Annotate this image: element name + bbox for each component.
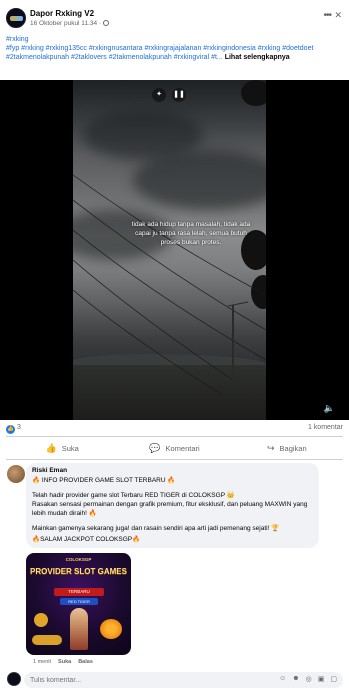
sticker-icon[interactable]: ▢: [330, 675, 337, 683]
comment-input-box[interactable]: ☺ ☻ ◎ ▣ ▢: [24, 672, 343, 688]
thumbs-up-icon: 👍: [45, 442, 57, 453]
page-avatar[interactable]: [6, 8, 26, 28]
gif-icon[interactable]: ▣: [318, 675, 325, 683]
volume-icon[interactable]: 🔈: [324, 403, 335, 414]
comment-like-link[interactable]: Suka: [58, 659, 71, 665]
post-caption: #rxking #fyp #rxking #rxking135cc #rxkin…: [6, 35, 343, 62]
banner-title: PROVIDER SLOT GAMES: [30, 567, 127, 576]
comment-reply-link[interactable]: Balas: [78, 659, 93, 665]
post-actions: 👍 Suka 💬 Komentari ↪ Bagikan: [6, 438, 343, 458]
comment-input[interactable]: [30, 675, 200, 685]
more-options-icon[interactable]: •••: [323, 10, 331, 21]
post-time-text: 16 Oktober pukul 11.34 ·: [30, 20, 102, 27]
power-lines: [73, 174, 266, 396]
reactions-summary[interactable]: 👍 3 1 komentar: [6, 424, 343, 436]
commenter-avatar[interactable]: [7, 465, 25, 483]
video-player[interactable]: ✦ ❚❚ tidak ada hidup tanpa masalah, tida…: [0, 80, 349, 420]
sparkle-icon[interactable]: ✦: [152, 88, 166, 102]
like-button[interactable]: 👍 Suka: [6, 438, 118, 458]
model-figure: [70, 608, 88, 650]
close-icon[interactable]: ✕: [334, 10, 342, 21]
globe-icon: [103, 20, 110, 26]
comment-line: Telah hadir provider game slot Terbaru R…: [32, 492, 235, 499]
post-timestamp[interactable]: 16 Oktober pukul 11.34 ·: [30, 20, 110, 27]
page-logo: [10, 16, 23, 21]
video-overlay-text: tidak ada hidup tanpa masalah, tidak ada…: [131, 221, 251, 246]
share-button[interactable]: ↪ Bagikan: [231, 438, 343, 458]
provider-logo: [34, 613, 48, 627]
like-reaction-icon: 👍: [6, 425, 15, 434]
see-more-link[interactable]: Lihat selengkapnya: [225, 54, 290, 61]
like-label: Suka: [61, 443, 79, 453]
banner-brand: COLOKSGP: [65, 557, 92, 562]
comment-time[interactable]: 1 menit: [33, 659, 51, 665]
comment-line: Rasakan sensasi permainan dengan grafik …: [32, 501, 308, 517]
pumpkin-graphic: [100, 619, 122, 639]
comment-bubble: Riski Eman 🔥 INFO PROVIDER GAME SLOT TER…: [26, 463, 319, 548]
commenter-name[interactable]: Riski Eman: [32, 467, 313, 474]
coins-graphic: [32, 635, 62, 645]
divider: [6, 459, 343, 460]
input-icons: ☺ ☻ ◎ ▣ ▢: [279, 675, 337, 683]
comment-meta: 1 menit Suka Balas: [33, 659, 93, 665]
camera-icon[interactable]: ◎: [306, 675, 312, 683]
comment-image[interactable]: COLOKSGP PROVIDER SLOT GAMES TERBARU RED…: [26, 553, 131, 655]
emoji-icon[interactable]: ☻: [292, 675, 299, 683]
comment-line: 🔥SALAM JACKPOT COLOKSGP🔥: [32, 536, 141, 543]
comment-label: Komentari: [165, 443, 200, 453]
comment-line: Mainkan gamenya sekarang juga! dan rasai…: [32, 525, 280, 532]
like-count[interactable]: 3: [17, 424, 21, 431]
post-header: Dapor Rxking V2 16 Oktober pukul 11.34 ·…: [0, 0, 349, 36]
comment-line: 🔥 INFO PROVIDER GAME SLOT TERBARU 🔥: [32, 477, 176, 484]
avatar-sticker-icon[interactable]: ☺: [279, 675, 286, 683]
comment-icon: 💬: [149, 442, 161, 453]
divider: [6, 436, 343, 437]
pause-icon[interactable]: ❚❚: [172, 88, 186, 102]
share-label: Bagikan: [279, 443, 307, 453]
comment-button[interactable]: 💬 Komentari: [118, 438, 230, 458]
banner-tag: TERBARU: [54, 588, 104, 596]
share-icon: ↪: [266, 442, 275, 453]
video-frame: [73, 80, 266, 420]
comment-count[interactable]: 1 komentar: [308, 424, 343, 431]
current-user-avatar[interactable]: [7, 672, 21, 686]
banner-tag: RED TIGER: [60, 598, 98, 605]
page-name[interactable]: Dapor Rxking V2: [30, 9, 94, 18]
